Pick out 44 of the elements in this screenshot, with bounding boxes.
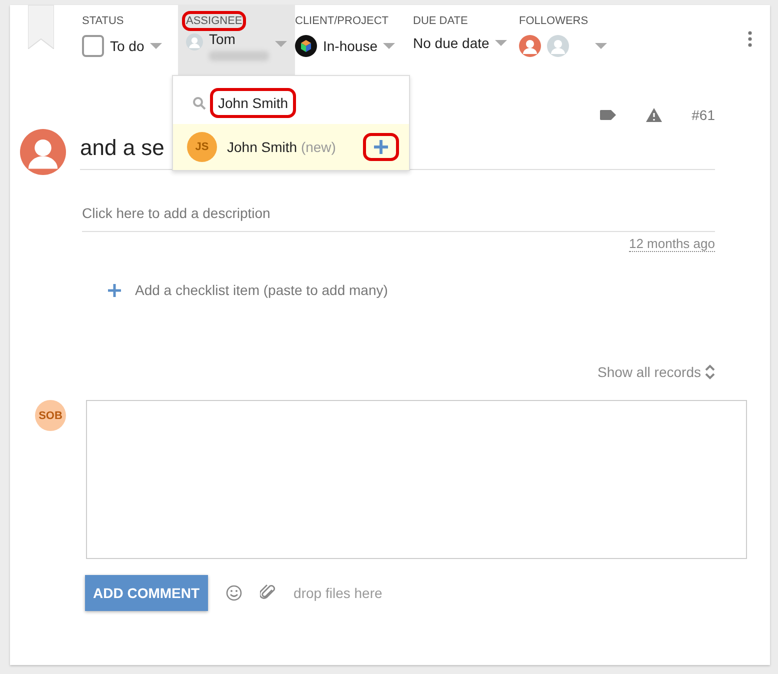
header-field[interactable]: STATUS To do [82, 5, 178, 80]
caret-icon[interactable] [495, 40, 508, 46]
option-label: John Smith (new) [227, 139, 337, 155]
show-records-toggle[interactable]: Show all records [598, 364, 715, 380]
initials-avatar: SOB [35, 400, 66, 431]
description-field[interactable]: Click here to add a description [82, 205, 715, 232]
timestamp: 12 months ago [628, 236, 715, 252]
client-value[interactable]: In-house [323, 38, 378, 54]
blurred-text [209, 51, 269, 61]
status-value[interactable]: To do [110, 38, 144, 54]
initials-avatar: JS [187, 132, 217, 162]
plus-icon[interactable] [373, 139, 389, 155]
dropdown-option[interactable]: JS John Smith (new) [173, 124, 409, 170]
header-field[interactable]: CLIENT/PROJECT In-house [295, 5, 413, 80]
checklist-field[interactable]: Add a checklist item (paste to add many) [135, 282, 388, 298]
paperclip-icon[interactable] [260, 584, 276, 602]
avatar-icon [186, 31, 203, 53]
header-field[interactable]: FOLLOWERS [519, 5, 619, 80]
field-label: STATUS [82, 15, 124, 27]
header-field[interactable]: DUE DATE No due date [413, 5, 519, 80]
cube-icon [295, 35, 317, 57]
avatar-icon [519, 35, 541, 57]
caret-icon[interactable] [383, 43, 396, 49]
tag-icon[interactable] [600, 110, 616, 120]
field-label: CLIENT/PROJECT [295, 15, 389, 27]
avatar-icon [20, 129, 66, 175]
caret-icon[interactable] [275, 41, 287, 47]
avatar-icon [547, 35, 569, 57]
comment-field[interactable] [86, 400, 747, 559]
drop-files-hint: drop files here [294, 585, 382, 601]
search-icon [193, 96, 206, 110]
assignee-name[interactable]: Tom [209, 31, 236, 47]
field-label: FOLLOWERS [519, 15, 588, 27]
task-number: #61 [692, 107, 715, 123]
checkbox[interactable] [82, 35, 104, 57]
more-menu-icon[interactable] [748, 31, 752, 47]
caret-icon[interactable] [150, 43, 162, 49]
plus-icon[interactable] [108, 284, 121, 296]
emoji-icon[interactable] [226, 585, 242, 601]
field-label: DUE DATE [413, 15, 468, 27]
warning-icon[interactable] [646, 108, 662, 122]
caret-icon[interactable] [595, 43, 607, 49]
chevron-icon[interactable] [705, 364, 715, 380]
due-date-value[interactable]: No due date [413, 35, 490, 51]
